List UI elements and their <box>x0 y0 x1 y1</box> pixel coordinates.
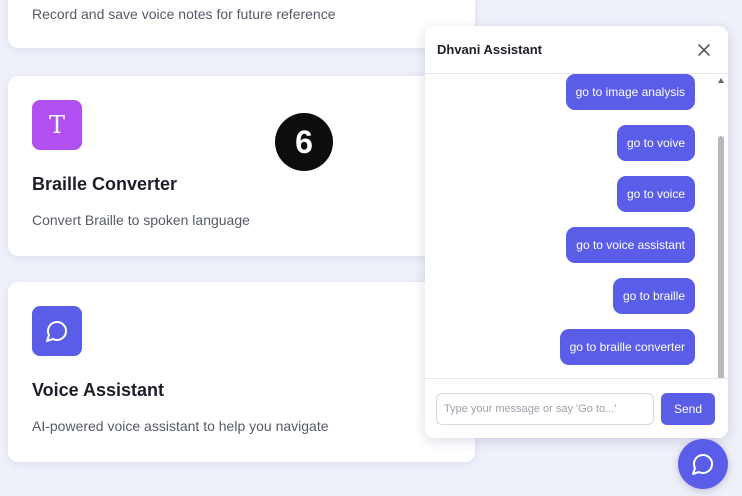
scrollbar-thumb[interactable] <box>718 136 724 392</box>
chat-scrollbar[interactable] <box>716 74 726 404</box>
braille-converter-card[interactable]: T Braille Converter Convert Braille to s… <box>8 76 475 256</box>
step-number-badge: 6 <box>275 113 333 171</box>
voice-assistant-title: Voice Assistant <box>32 380 165 400</box>
chat-message-list[interactable]: go to image analysis go to voive go to v… <box>425 74 717 404</box>
braille-converter-description: Convert Braille to spoken language <box>32 212 250 228</box>
chat-bubble-icon <box>692 454 713 475</box>
chat-message-user: go to voive <box>616 125 695 161</box>
chat-message-input[interactable] <box>436 393 654 425</box>
close-icon[interactable] <box>690 36 718 64</box>
chat-bubble-icon <box>32 306 82 356</box>
chat-message-user: go to voice assistant <box>566 227 695 263</box>
voice-assistant-card[interactable]: Voice Assistant AI-powered voice assista… <box>8 282 475 462</box>
text-t-icon: T <box>32 100 82 150</box>
voice-assistant-description: AI-powered voice assistant to help you n… <box>32 418 329 434</box>
voice-notes-card[interactable]: Record and save voice notes for future r… <box>8 0 475 48</box>
send-button[interactable]: Send <box>661 393 715 425</box>
chat-message-user: go to braille converter <box>559 329 695 365</box>
scroll-up-arrow-icon[interactable] <box>718 78 724 83</box>
chat-panel: Dhvani Assistant go to image analysis go… <box>425 26 728 438</box>
chat-message-user: go to voice <box>616 176 695 212</box>
braille-converter-title: Braille Converter <box>32 174 178 194</box>
voice-notes-description: Record and save voice notes for future r… <box>32 6 336 22</box>
chat-header: Dhvani Assistant <box>425 26 728 74</box>
chat-message-user: go to braille <box>612 278 695 314</box>
chat-title: Dhvani Assistant <box>437 42 542 57</box>
chat-footer: Send <box>425 378 728 438</box>
chat-message-user: go to image analysis <box>565 74 695 110</box>
chat-toggle-button[interactable] <box>678 439 728 489</box>
